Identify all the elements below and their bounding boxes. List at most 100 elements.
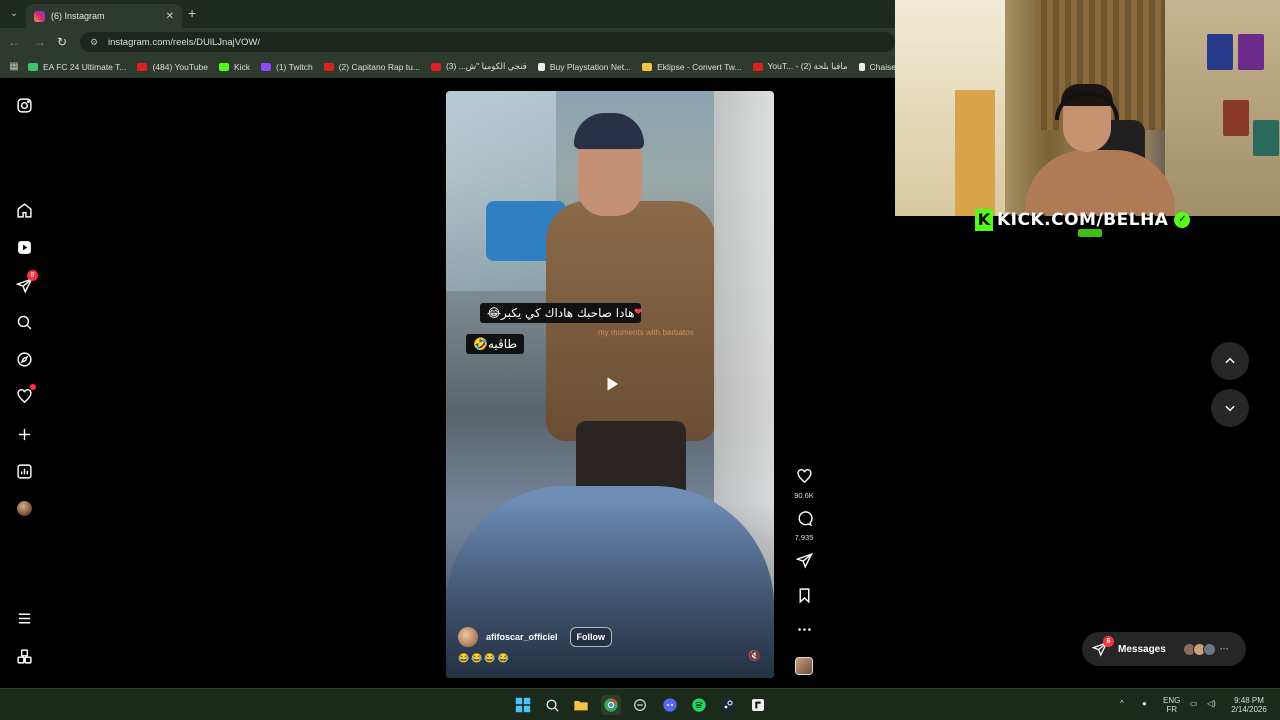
bookmark-label: (2) Capitano Rap tu... — [338, 61, 420, 72]
yt-bookmark-icon — [430, 62, 441, 71]
bookmark-item[interactable]: فنجي الكوميا "ش... (3) — [430, 61, 527, 72]
streamer-webcam — [895, 0, 1280, 216]
browser-tab[interactable]: (6) Instagram ✕ — [26, 4, 182, 28]
bookmark-label: EA FC 24 Ultimate T... — [43, 61, 127, 72]
windows-taskbar: ^ ● ENG FR ▭ ◁) 9:48 PM 2/14/2026 — [0, 688, 1280, 720]
comment-icon — [798, 511, 813, 527]
wall-poster — [1207, 34, 1233, 70]
notifications-icon[interactable] — [14, 384, 36, 406]
dashboard-icon[interactable] — [14, 461, 34, 481]
windows-start-icon[interactable] — [513, 695, 533, 715]
more-menu-icon[interactable] — [14, 608, 34, 628]
language-code: ENG — [1163, 696, 1181, 705]
app-icon[interactable] — [630, 695, 650, 715]
bookmark-item[interactable]: Buy Playstation Net... — [537, 61, 632, 72]
share-button[interactable] — [793, 552, 815, 574]
reel-emoji-caption: 😂😂😂😂 — [458, 653, 511, 663]
message-avatars — [1182, 642, 1216, 656]
creator-avatar[interactable] — [458, 627, 478, 647]
original-audio-thumbnail[interactable] — [795, 657, 813, 675]
bookmark-item[interactable]: (2) Capitano Rap tu... — [323, 61, 420, 72]
bookmark-item[interactable]: YouT... - مافيا بلحة (2) — [752, 61, 848, 72]
wall-poster — [1223, 100, 1249, 136]
apps-grid-icon[interactable]: ▦ — [0, 61, 28, 72]
bookmark-item[interactable]: Kick — [218, 61, 250, 72]
bookmark-label: Kick — [233, 61, 250, 72]
bookmark-item[interactable]: EA FC 24 Ultimate T... — [28, 62, 126, 72]
clock-time: 9:48 PM — [1234, 696, 1264, 705]
follow-button[interactable]: Follow — [569, 627, 613, 647]
reel-caption-line1: هادا صاحبك هاداك كي يكبر😂 — [480, 303, 642, 323]
reel-video[interactable]: هادا صاحبك هاداك كي يكبر😂 طاڨيه🤣 ❤ my mo… — [446, 91, 774, 678]
back-icon[interactable]: ← — [6, 34, 22, 50]
ellipsis-icon — [797, 628, 811, 631]
create-icon[interactable] — [14, 424, 34, 444]
new-tab-icon[interactable]: + — [188, 5, 196, 21]
doc-bookmark-icon — [858, 62, 865, 71]
wall-poster — [1238, 34, 1264, 70]
bookmark-label: YouT... - مافيا بلحة (2) — [767, 61, 848, 71]
tray-overflow-icon[interactable]: ^ — [1120, 699, 1124, 708]
yt-bookmark-icon — [323, 62, 334, 71]
profile-avatar[interactable] — [14, 498, 34, 518]
microphone-icon[interactable]: ● — [1142, 699, 1147, 708]
kick-bookmark-icon — [218, 62, 229, 71]
reload-icon[interactable]: ↻ — [54, 34, 70, 50]
app-icon[interactable] — [748, 695, 768, 715]
messages-more: ··· — [1219, 644, 1229, 654]
site-info-icon[interactable]: ⚙ — [90, 37, 100, 48]
creator-username[interactable]: afifoscar_officiel — [486, 632, 558, 642]
tab-title: (6) Instagram — [51, 11, 105, 21]
more-options-button[interactable] — [793, 621, 815, 643]
search-icon[interactable] — [14, 312, 34, 332]
bookmark-label: (484) YouTube — [152, 61, 208, 72]
discord-icon[interactable] — [660, 695, 680, 715]
reel-creator-row: afifoscar_officiel Follow — [458, 627, 613, 647]
volume-icon[interactable]: ◁) — [1207, 699, 1216, 708]
forward-icon[interactable]: → — [32, 34, 48, 50]
tab-search-chevron-icon[interactable]: ⌄ — [6, 6, 22, 22]
url-field[interactable]: ⚙ instagram.com/reels/DUlLJnajVOW/ — [80, 32, 895, 52]
bookmark-item[interactable]: (1) Twitch — [261, 62, 313, 72]
messages-icon: 6 — [1091, 636, 1114, 657]
comment-button[interactable]: 7,935 — [793, 510, 815, 542]
streamer-body — [1025, 150, 1175, 216]
also-from-meta-icon[interactable] — [14, 646, 34, 666]
home-icon[interactable] — [14, 200, 34, 220]
tab-close-icon[interactable]: ✕ — [166, 11, 174, 22]
messages-button[interactable]: 6 Messages ··· — [1082, 632, 1246, 666]
like-button[interactable]: 90.6K — [793, 468, 815, 500]
clock[interactable]: 9:48 PM 2/14/2026 — [1229, 696, 1269, 714]
play-icon[interactable] — [603, 375, 621, 393]
steam-icon[interactable] — [718, 695, 738, 715]
language-indicator[interactable]: ENG FR — [1163, 696, 1180, 714]
explore-icon[interactable] — [14, 349, 34, 369]
kick-sub-tag — [1078, 229, 1102, 237]
chevron-up-icon — [1225, 357, 1235, 364]
bookmark-label: Buy Playstation Net... — [549, 61, 632, 72]
file-explorer-icon[interactable] — [571, 695, 591, 715]
direct-badge: 8 — [27, 270, 38, 281]
mute-icon[interactable]: 🔇 — [748, 651, 762, 665]
wall-poster — [1253, 120, 1279, 156]
avatar — [1202, 642, 1216, 656]
bookmark-label: (1) Twitch — [276, 61, 313, 72]
heart-icon — [796, 469, 812, 484]
reels-icon[interactable] — [14, 237, 34, 257]
chrome-icon[interactable] — [601, 695, 621, 715]
kick-channel-tag: K KICK.COM/BELHA ✓ — [975, 209, 1191, 231]
bookmark-item[interactable]: (484) YouTube — [137, 61, 208, 72]
save-button[interactable] — [793, 587, 815, 609]
bookmark-item[interactable]: Eklipse - Convert Tw... — [642, 62, 742, 72]
previous-reel-button[interactable] — [1211, 342, 1249, 380]
instagram-favicon-icon — [34, 10, 45, 22]
network-icon[interactable]: ▭ — [1190, 699, 1198, 708]
taskbar-search-icon[interactable] — [542, 695, 562, 715]
spotify-icon[interactable] — [689, 695, 709, 715]
instagram-logo-icon[interactable] — [14, 95, 34, 115]
next-reel-button[interactable] — [1211, 389, 1249, 427]
ea-bookmark-icon — [28, 62, 38, 71]
tw-bookmark-icon — [261, 62, 271, 71]
ek-bookmark-icon — [642, 62, 653, 71]
direct-icon[interactable]: 8 — [14, 270, 38, 295]
